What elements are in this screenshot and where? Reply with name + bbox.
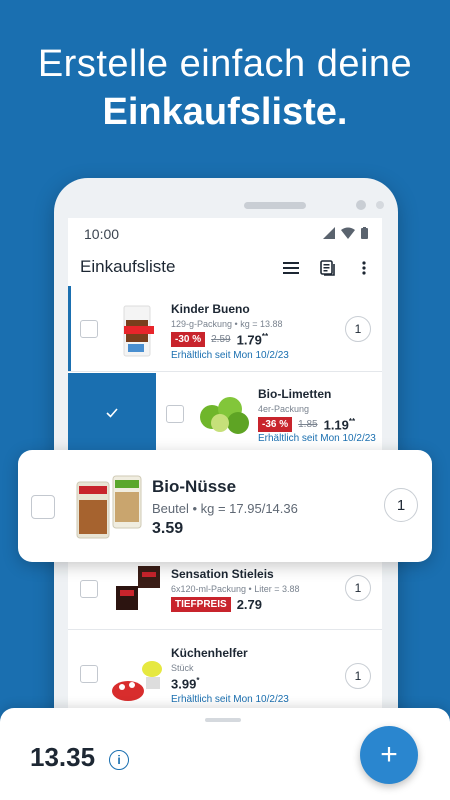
item-price: 2.79 bbox=[236, 597, 262, 612]
add-item-button[interactable]: + bbox=[360, 726, 418, 784]
item-checkbox[interactable] bbox=[80, 320, 98, 338]
kinder-bueno-product-image bbox=[123, 305, 154, 357]
total-price: 13.35 bbox=[30, 742, 96, 772]
availability-text: Erhältlich seit Mon 10/2/23 bbox=[258, 433, 376, 444]
item-unit: Stück bbox=[171, 663, 194, 673]
item-unit: 6x120-ml-Packung • Liter = 3.88 bbox=[171, 584, 300, 594]
sort-button[interactable] bbox=[279, 256, 303, 280]
item-unit: 129-g-Packung • kg = 13.88 bbox=[171, 319, 283, 329]
wifi-icon bbox=[341, 227, 355, 239]
old-price: 1.85 bbox=[298, 419, 318, 431]
item-name: Bio-Limetten bbox=[258, 387, 332, 401]
signal-icon bbox=[323, 227, 335, 239]
dragged-item-card[interactable]: Bio-Nüsse Beutel • kg = 17.95/14.36 3.59… bbox=[18, 450, 432, 562]
quantity-button[interactable]: 1 bbox=[345, 663, 371, 689]
quantity-button[interactable]: 1 bbox=[345, 575, 371, 601]
page-title: Einkaufsliste bbox=[80, 257, 176, 276]
phone-sensor bbox=[376, 201, 384, 209]
item-name: Bio-Nüsse bbox=[152, 477, 237, 496]
list-item-kinder-bueno[interactable]: Kinder Bueno 129-g-Packung • kg = 13.88 … bbox=[68, 286, 382, 372]
item-price: 3.99* bbox=[171, 676, 200, 692]
item-checkbox[interactable] bbox=[80, 580, 98, 598]
discount-badge: -36 % bbox=[258, 417, 293, 433]
phone-speaker bbox=[244, 202, 306, 209]
list-view-button[interactable] bbox=[316, 256, 340, 280]
status-time: 10:00 bbox=[84, 226, 120, 242]
item-unit: 4er-Packung bbox=[258, 404, 310, 414]
discount-badge: -30 % bbox=[171, 332, 206, 348]
item-name: Kinder Bueno bbox=[171, 302, 250, 316]
item-unit: Beutel • kg = 17.95/14.36 bbox=[152, 501, 298, 516]
list-item-sensation-stieleis[interactable]: Sensation Stieleis 6x120-ml-Packung • Li… bbox=[68, 558, 382, 630]
headline: Erstelle einfach deine Einkaufsliste. bbox=[0, 40, 450, 136]
check-icon bbox=[106, 407, 118, 418]
limes-product-image bbox=[200, 397, 249, 434]
item-checkbox[interactable] bbox=[166, 405, 184, 423]
availability-text: Erhältlich seit Mon 10/2/23 bbox=[171, 694, 289, 705]
battery-icon bbox=[361, 227, 368, 239]
swipe-check-action[interactable] bbox=[68, 373, 156, 452]
app-bar: Einkaufsliste bbox=[68, 248, 382, 288]
quantity-button[interactable]: 1 bbox=[345, 316, 371, 342]
kitchen-helper-product-image bbox=[112, 661, 162, 701]
item-checkbox[interactable] bbox=[31, 495, 55, 519]
more-vertical-icon bbox=[362, 261, 366, 275]
item-indicator bbox=[68, 286, 71, 371]
tiefpreis-badge: TIEFPREIS bbox=[171, 597, 231, 612]
old-price: 2.59 bbox=[211, 334, 231, 346]
notes-icon bbox=[320, 260, 335, 276]
sheet-drag-handle[interactable] bbox=[205, 718, 241, 722]
info-icon[interactable]: i bbox=[109, 750, 129, 770]
status-bar: 10:00 bbox=[68, 218, 382, 248]
item-name: Küchenhelfer bbox=[171, 646, 248, 660]
ice-cream-product-image bbox=[116, 566, 160, 610]
phone-camera bbox=[356, 200, 366, 210]
menu-lines-icon bbox=[283, 262, 299, 274]
overflow-menu-button[interactable] bbox=[352, 256, 376, 280]
headline-line-2: Einkaufsliste. bbox=[102, 91, 348, 133]
item-price: 1.79** bbox=[236, 332, 269, 348]
item-price: 3.59 bbox=[152, 520, 184, 537]
item-checkbox[interactable] bbox=[80, 665, 98, 683]
quantity-button[interactable]: 1 bbox=[384, 488, 418, 522]
nuts-product-image bbox=[76, 475, 142, 539]
list-item-bio-limetten[interactable]: Bio-Limetten 4er-Packung -36 % 1.85 1.19… bbox=[68, 373, 382, 453]
availability-text: Erhältlich seit Mon 10/2/23 bbox=[171, 350, 289, 361]
item-name: Sensation Stieleis bbox=[171, 567, 274, 581]
headline-line-1: Erstelle einfach deine bbox=[37, 43, 413, 85]
item-price: 1.19** bbox=[323, 417, 356, 433]
